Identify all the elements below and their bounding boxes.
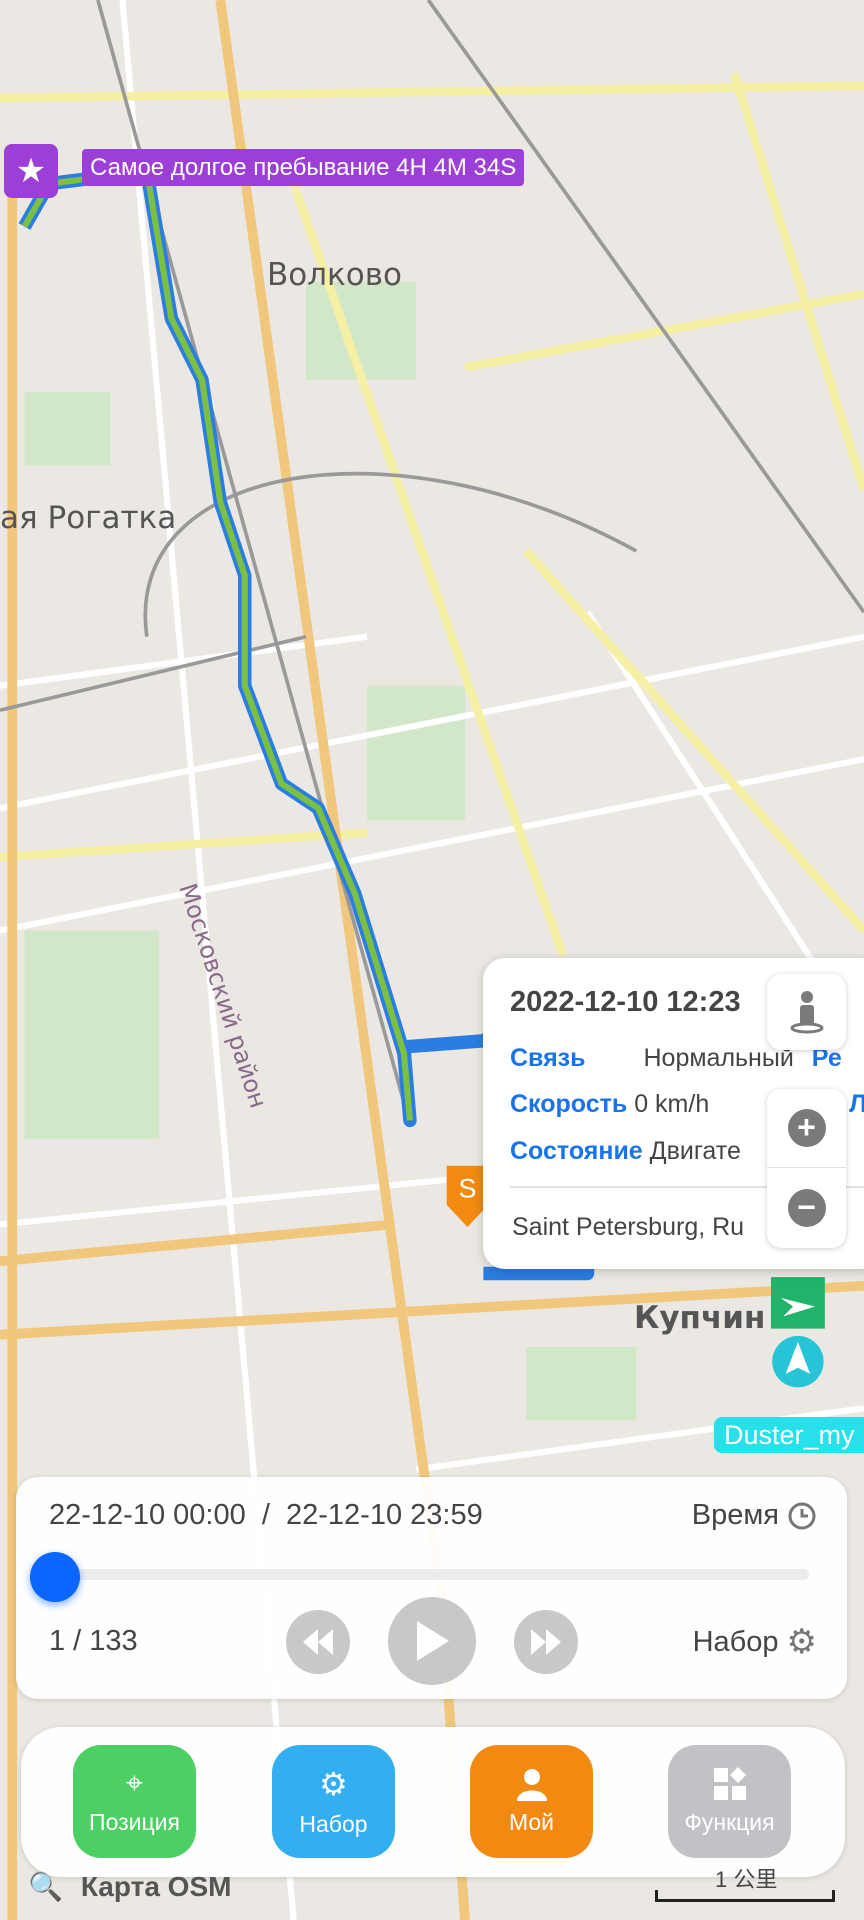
map-type-label: Карта OSM bbox=[80, 1870, 232, 1902]
device-name-label[interactable]: Duster_my bbox=[714, 1417, 864, 1453]
nav-label: Функция bbox=[684, 1809, 775, 1835]
person-pin-icon bbox=[790, 991, 823, 1034]
nav-position[interactable]: ⌖ Позиция bbox=[73, 1745, 196, 1858]
point-counter: 1 / 133 bbox=[49, 1625, 138, 1657]
map-search-icon: 🔍 bbox=[28, 1871, 63, 1902]
nav-settings[interactable]: ⚙ Набор bbox=[272, 1745, 395, 1858]
apps-icon bbox=[713, 1767, 746, 1800]
plus-icon: + bbox=[787, 1109, 826, 1147]
time-range: 22-12-10 00:00 / 22-12-10 23:59 bbox=[49, 1499, 483, 1531]
minus-icon: − bbox=[787, 1188, 826, 1227]
popup-address: Saint Petersburg, Ru bbox=[512, 1213, 745, 1241]
time-button[interactable]: Время bbox=[692, 1499, 817, 1532]
bottom-nav: ⌖ Позиция ⚙ Набор Мой Функция bbox=[21, 1727, 845, 1877]
rewind-button[interactable] bbox=[286, 1610, 350, 1674]
row-label: Скорость bbox=[510, 1090, 628, 1118]
slider-thumb[interactable] bbox=[30, 1552, 80, 1602]
playback-panel: 22-12-10 00:00 / 22-12-10 23:59 Время 1 … bbox=[16, 1477, 847, 1699]
row-value: Нормальный bbox=[643, 1044, 794, 1072]
fast-forward-button[interactable] bbox=[514, 1610, 578, 1674]
settings-label: Набор bbox=[692, 1625, 779, 1658]
stop-marker-label: S bbox=[459, 1174, 477, 1204]
row-value: Двигате bbox=[649, 1137, 741, 1165]
person-icon bbox=[516, 1769, 547, 1801]
map-label: Купчин bbox=[634, 1300, 766, 1336]
map-label: ая Рогатка bbox=[0, 500, 177, 536]
playback-settings-button[interactable]: Набор ⚙ bbox=[693, 1622, 817, 1662]
row-extra: Лу bbox=[849, 1090, 864, 1118]
playback-slider[interactable] bbox=[61, 1569, 809, 1580]
star-icon[interactable]: ★ bbox=[4, 144, 58, 198]
nav-label: Мой bbox=[508, 1809, 555, 1835]
zoom-in-button[interactable]: + bbox=[767, 1089, 846, 1168]
map-label: Волково bbox=[267, 257, 402, 293]
popup-datetime: 2022-12-10 12:23 bbox=[510, 986, 741, 1018]
map-type-button[interactable]: 🔍 Карта OSM bbox=[28, 1870, 231, 1903]
longest-stay-label: Самое долгое пребывание 4H 4M 34S bbox=[82, 149, 525, 186]
play-icon bbox=[417, 1621, 449, 1661]
gear-icon: ⚙ bbox=[319, 1766, 348, 1802]
street-view-button[interactable] bbox=[767, 974, 846, 1050]
time-label: Время bbox=[691, 1499, 779, 1531]
scale-bar bbox=[655, 1890, 835, 1902]
row-label: Состояние bbox=[510, 1137, 643, 1165]
zoom-control: + − bbox=[767, 1089, 846, 1248]
row-value: 0 km/h bbox=[634, 1090, 710, 1118]
clock-icon bbox=[788, 1502, 816, 1529]
gear-icon: ⚙ bbox=[786, 1623, 817, 1661]
nav-label: Набор bbox=[299, 1811, 368, 1837]
play-button[interactable] bbox=[388, 1597, 476, 1685]
row-label: Связь bbox=[510, 1044, 586, 1072]
nav-my[interactable]: Мой bbox=[470, 1745, 593, 1858]
fast-forward-icon bbox=[531, 1629, 561, 1655]
nav-function[interactable]: Функция bbox=[668, 1745, 791, 1858]
nav-label: Позиция bbox=[89, 1809, 180, 1835]
rewind-icon bbox=[303, 1629, 333, 1655]
zoom-out-button[interactable]: − bbox=[767, 1168, 846, 1247]
location-pin-icon: ⌖ bbox=[126, 1767, 143, 1800]
